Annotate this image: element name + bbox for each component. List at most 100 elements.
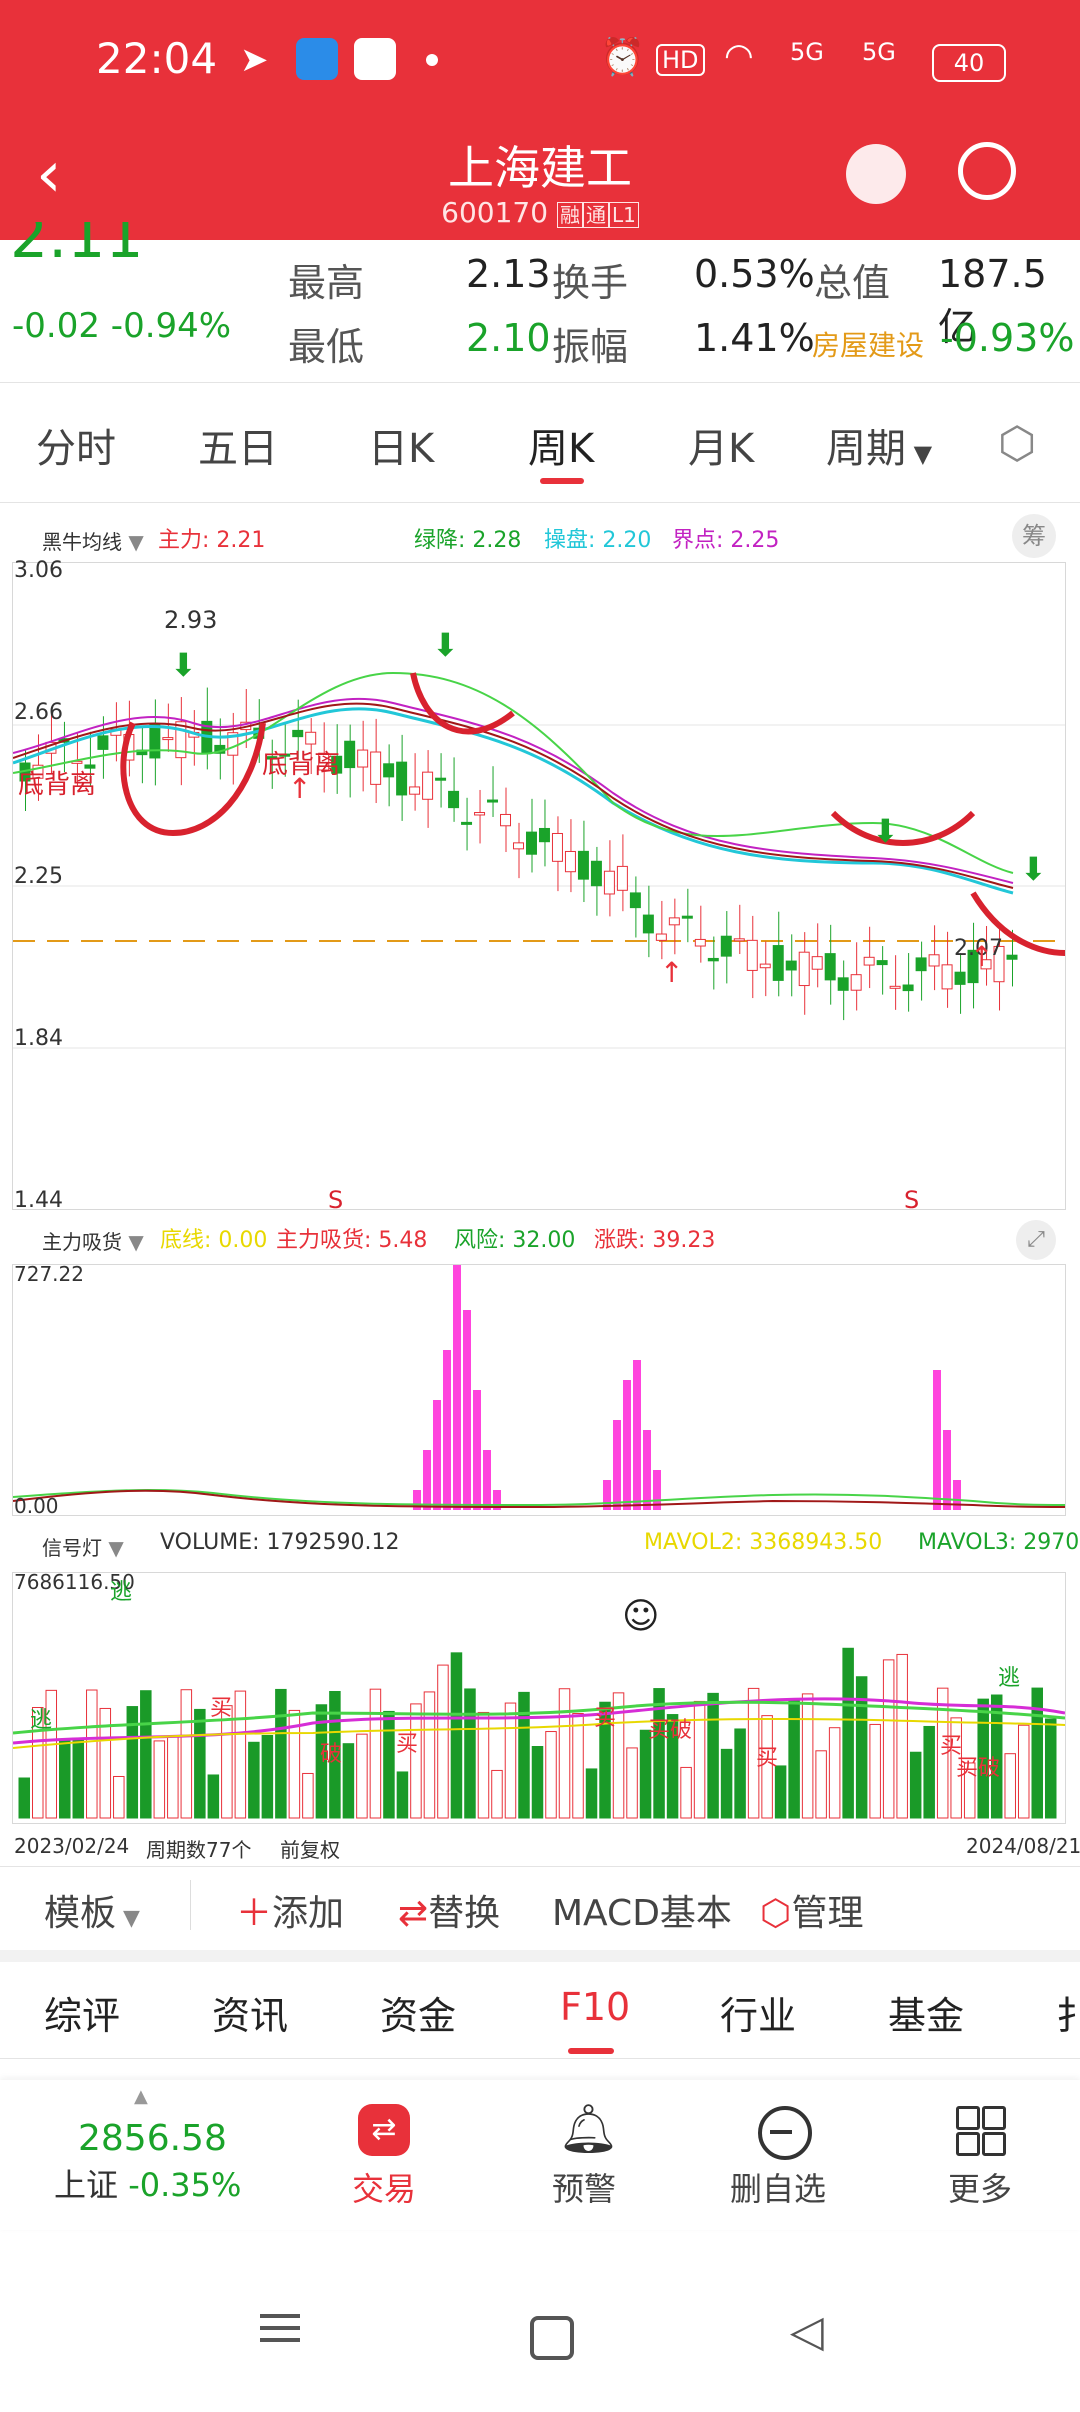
grid-icon[interactable] [956,2106,1006,2156]
subtab-more[interactable]: 扌 [1056,1985,1080,2040]
up-arrow-icon: ↑ [288,772,312,805]
sub1-name[interactable]: 主力吸货 ▼ [42,1226,144,1255]
turnover-label: 换手 [552,261,629,305]
index-info[interactable]: 上证 -0.35% [54,2160,241,2206]
candle-body [564,850,576,873]
legend-mavol2: MAVOL2: 3368943.50 [644,1530,883,1555]
y-label: 1.44 [14,1188,63,1213]
sub2-name[interactable]: 信号灯 ▼ [42,1532,124,1561]
candle-body [409,786,421,795]
trade-icon[interactable]: ⇄ [358,2104,410,2156]
candle-body [902,984,914,992]
subtab-overview[interactable]: 综评 [44,1985,120,2040]
volume-bar [734,1728,746,1819]
index-value[interactable]: 2856.58 [78,2118,227,2159]
active-tab-indicator [540,478,584,484]
volume-bar [545,1731,557,1819]
candle-body [422,771,434,800]
adjust-mode: 前复权 [280,1838,340,1862]
y-label: 1.84 [14,1026,63,1051]
tab-weekly-k[interactable]: 周K [528,416,594,474]
absorb-bar [443,1350,451,1510]
manage-button[interactable]: ⬡管理 [760,1884,863,1936]
indicator-name[interactable]: 黑牛均线 ▼ [42,526,144,555]
expand-icon[interactable]: ⤢ [1016,1220,1056,1260]
subtab-fund[interactable]: 基金 [888,1985,964,2040]
replace-button[interactable]: ⇄替换 [398,1884,500,1936]
subtab-funds[interactable]: 资金 [380,1985,456,2040]
last-price: 2.11 [10,222,144,268]
absorb-bars [413,1250,961,1510]
high-mark: 2.93 [164,606,218,634]
y-label: 2.66 [14,700,63,725]
legend-cyan: 操盘: 2.20 [544,528,652,553]
home-icon[interactable] [530,2316,574,2360]
candle-body [538,827,550,843]
tab-intraday[interactable]: 分时 [36,416,116,474]
back-nav-icon[interactable]: ◁ [790,2306,824,2357]
bell-icon[interactable]: 🔔︎ [558,2100,619,2157]
minus-icon [770,2130,792,2134]
candle-body [785,960,797,971]
menu-icon[interactable] [260,2314,300,2318]
settings-hex-icon[interactable]: ⬡ [998,418,1036,469]
candle-body [889,985,901,989]
volume-bar [572,1712,584,1819]
macd-button[interactable]: MACD基本 [552,1884,732,1936]
add-button[interactable]: ＋添加 [236,1884,344,1936]
candle-body [305,731,317,745]
ma-darkred [12,702,1014,889]
volume-bar [828,1727,841,1819]
escape-label: 逃 [30,1708,53,1733]
candle-body [642,914,654,934]
volume-chart[interactable] [12,1572,1066,1824]
tab-five-day[interactable]: 五日 [198,416,278,474]
down-arrow-icon: ⬇ [170,646,197,684]
remove-watchlist-button[interactable]: 删自选 [730,2164,826,2210]
turnover-value: 0.53% [694,252,815,296]
candle-body [616,865,628,891]
caret-up-icon: ▲ [134,2086,148,2107]
volume-bar [342,1743,355,1819]
volume-bar [275,1688,287,1819]
price-change: -0.02 -0.94% [12,306,232,346]
clock: 22:04 [96,34,218,83]
volume-bar [207,1774,220,1819]
volume-bar [774,1765,787,1819]
tab-period[interactable]: 周期 ▼ [826,416,932,474]
subtab-industry[interactable]: 行业 [720,1985,796,2040]
buy-label: 买 [210,1696,233,1721]
volume-bar [1044,1718,1057,1819]
candle-body [370,751,382,785]
more-button[interactable]: 更多 [948,2164,1012,2210]
subtab-f10[interactable]: F10 [560,1985,630,2029]
absorb-bar [483,1450,491,1510]
absorb-bar [943,1430,951,1510]
volume-bar [531,1746,544,1819]
absorb-bar [933,1370,941,1510]
subtab-news[interactable]: 资讯 [212,1985,288,2040]
chip-button[interactable]: 筹 [1012,514,1056,558]
absorb-chart[interactable] [12,1250,1066,1516]
buy-label: 买 [756,1746,779,1771]
volume-bar [369,1688,382,1819]
sell-mark: S [904,1186,920,1214]
volume-bar [18,1777,31,1819]
volume-bar [194,1708,206,1819]
divider [0,2058,1080,2059]
buy-label: 买 [396,1732,419,1757]
absorb-svg [12,1250,1066,1510]
alert-button[interactable]: 预警 [552,2164,616,2210]
tab-daily-k[interactable]: 日K [368,416,434,474]
trade-button[interactable]: 交易 [352,2164,416,2210]
tab-monthly-k[interactable]: 月K [688,416,754,474]
absorb-bar [633,1360,641,1510]
volume-bar [302,1772,314,1819]
up-arrow-icon: ↑ [660,956,684,989]
candle-body [357,749,369,768]
period-count: 周期数77个 [146,1838,252,1862]
template-dropdown[interactable]: 模板 ▼ [44,1884,140,1936]
candle-body [746,939,758,971]
buy-break-label: 买破 [956,1756,1001,1781]
sector-label[interactable]: 房屋建设 [812,324,924,364]
